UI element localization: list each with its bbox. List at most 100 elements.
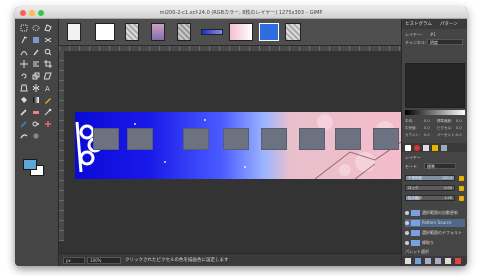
layer-thumbnail xyxy=(411,240,420,246)
image-canvas[interactable] xyxy=(75,112,401,179)
move-tool-icon[interactable] xyxy=(19,59,29,69)
layer-slider[interactable]: ロック 0.00 xyxy=(405,185,455,191)
chain-link-icon[interactable] xyxy=(459,196,464,201)
dodge-burn-tool-icon[interactable] xyxy=(31,131,41,141)
paths-tool-icon[interactable] xyxy=(19,47,29,57)
histogram-stat-label: 平均: xyxy=(405,119,414,123)
visibility-eye-icon[interactable] xyxy=(405,211,409,215)
right-dock: ヒストグラム パターン レイヤー: #1 チャンネル: 明度 平均: 0.0 標準偏… xyxy=(401,19,467,266)
title-bar[interactable]: ml200-2-c1.xcf-24.0 (RGBカラー, 8枚のレイヤー) 12… xyxy=(15,7,467,19)
foreground-color-swatch[interactable] xyxy=(23,159,37,170)
horizontal-ruler[interactable] xyxy=(59,46,401,51)
histogram-stat-label: カウント: xyxy=(405,133,421,137)
histogram-gradient-scale[interactable] xyxy=(405,110,465,115)
blend-tool-icon[interactable] xyxy=(31,95,41,105)
channel-select[interactable]: 明度 xyxy=(427,39,463,45)
chain-link-icon[interactable] xyxy=(459,176,464,181)
layer-group-button[interactable] xyxy=(415,258,421,264)
airbrush-tool-icon[interactable] xyxy=(43,107,53,117)
layer-thumbnail xyxy=(411,210,420,216)
layer-name: 選択範囲のデフォルト xyxy=(422,230,462,235)
undo-tab-icon[interactable] xyxy=(432,145,438,151)
tab-patterns[interactable]: パターン xyxy=(440,21,458,27)
image-tab-thumbnail[interactable] xyxy=(177,23,191,41)
dock-footer-label: パレット選択 xyxy=(405,249,429,254)
layer-slider[interactable]: 不透明度 100.0 xyxy=(405,175,455,181)
rect-select-tool-icon[interactable] xyxy=(19,23,29,33)
status-bar: px 100% クリックされたピクセルの色を描画色に設定します xyxy=(59,253,401,266)
image-tab-thumbnail[interactable] xyxy=(95,23,115,41)
color-select-tool-icon[interactable] xyxy=(31,35,41,45)
flip-tool-icon[interactable] xyxy=(31,83,41,93)
fuzzy-select-tool-icon[interactable] xyxy=(19,35,29,45)
image-tab-thumbnail[interactable] xyxy=(229,23,253,41)
layer-row[interactable]: 選択範囲のデフォルト xyxy=(405,229,465,237)
scissors-tool-icon[interactable] xyxy=(43,35,53,45)
maximize-window-button[interactable] xyxy=(38,10,44,16)
image-tab-thumbnail[interactable] xyxy=(285,23,301,41)
chain-link-icon[interactable] xyxy=(459,186,464,191)
slider-label: 不透明度 xyxy=(408,176,422,180)
new-layer-button[interactable] xyxy=(405,258,411,264)
delete-layer-button[interactable] xyxy=(455,258,461,264)
crop-tool-icon[interactable] xyxy=(43,59,53,69)
vertical-ruler[interactable] xyxy=(59,51,64,241)
layer-name: 選択範囲の自動更新 xyxy=(422,210,458,215)
duplicate-layer-button[interactable] xyxy=(445,258,451,264)
channels-tab-icon[interactable] xyxy=(414,145,420,151)
ellipse-select-tool-icon[interactable] xyxy=(31,23,41,33)
bucket-fill-tool-icon[interactable] xyxy=(19,95,29,105)
slider-label: 拡大縮小 xyxy=(408,196,422,200)
image-tab-thumbnail[interactable] xyxy=(67,23,81,41)
scale-tool-icon[interactable] xyxy=(31,71,41,81)
color-picker-tool-icon[interactable] xyxy=(31,47,41,57)
layers-tab-icon[interactable] xyxy=(405,145,411,151)
histogram-stat-value: 0.0 xyxy=(424,126,430,130)
tab-histogram[interactable]: ヒストグラム xyxy=(405,21,432,27)
lower-layer-button[interactable] xyxy=(435,258,441,264)
dock-tabs: ヒストグラム パターン xyxy=(402,19,467,29)
film-frame-placeholder xyxy=(335,128,361,150)
eraser-tool-icon[interactable] xyxy=(31,107,41,117)
mode-label: モード xyxy=(405,164,417,169)
layer-row[interactable]: 選択範囲の自動更新 xyxy=(405,209,465,217)
zoom-selector[interactable]: 100% xyxy=(87,257,121,264)
heal-tool-icon[interactable] xyxy=(43,119,53,129)
raise-layer-button[interactable] xyxy=(425,258,431,264)
layer-row[interactable]: 縁取り xyxy=(405,239,465,247)
image-tab-thumbnail[interactable] xyxy=(201,29,223,35)
image-tab-thumbnail-active[interactable] xyxy=(259,23,279,41)
status-message: クリックされたピクセルの色を描画色に設定します xyxy=(125,258,229,263)
visibility-eye-icon[interactable] xyxy=(405,241,409,245)
pencil-tool-icon[interactable] xyxy=(43,95,53,105)
visibility-eye-icon[interactable] xyxy=(405,221,409,225)
unit-selector[interactable]: px xyxy=(63,257,85,264)
free-select-tool-icon[interactable] xyxy=(43,23,53,33)
visibility-eye-icon[interactable] xyxy=(405,231,409,235)
shear-tool-icon[interactable] xyxy=(43,71,53,81)
text-tool-icon[interactable]: A xyxy=(43,83,53,93)
zoom-tool-icon[interactable] xyxy=(43,47,53,57)
layers-section-label: レイヤー xyxy=(405,155,421,160)
ink-tool-icon[interactable] xyxy=(19,119,29,129)
perspective-tool-icon[interactable] xyxy=(19,83,29,93)
layer-mode-select[interactable]: 標準 xyxy=(424,163,456,169)
paths-tab-icon[interactable] xyxy=(423,145,429,151)
minimize-window-button[interactable] xyxy=(29,10,35,16)
image-tab-thumbnail[interactable] xyxy=(151,23,165,41)
image-canvas-area[interactable] xyxy=(59,46,401,253)
paintbrush-tool-icon[interactable] xyxy=(19,107,29,117)
smudge-tool-icon[interactable] xyxy=(19,131,29,141)
close-window-button[interactable] xyxy=(20,10,26,16)
rotate-tool-icon[interactable] xyxy=(19,71,29,81)
image-tab-thumbnail[interactable] xyxy=(125,23,139,41)
clone-tool-icon[interactable] xyxy=(31,119,41,129)
layer-row[interactable]: Pattern Source xyxy=(405,219,465,227)
film-frame-placeholder xyxy=(127,128,153,150)
layer-slider[interactable]: 拡大縮小 1.00 xyxy=(405,195,455,201)
align-tool-icon[interactable] xyxy=(31,59,41,69)
histogram-view[interactable] xyxy=(405,63,465,108)
colormap-tab-icon[interactable] xyxy=(441,145,447,151)
slider-label: ロック xyxy=(408,186,419,190)
layer-name: Pattern Source xyxy=(422,220,452,225)
